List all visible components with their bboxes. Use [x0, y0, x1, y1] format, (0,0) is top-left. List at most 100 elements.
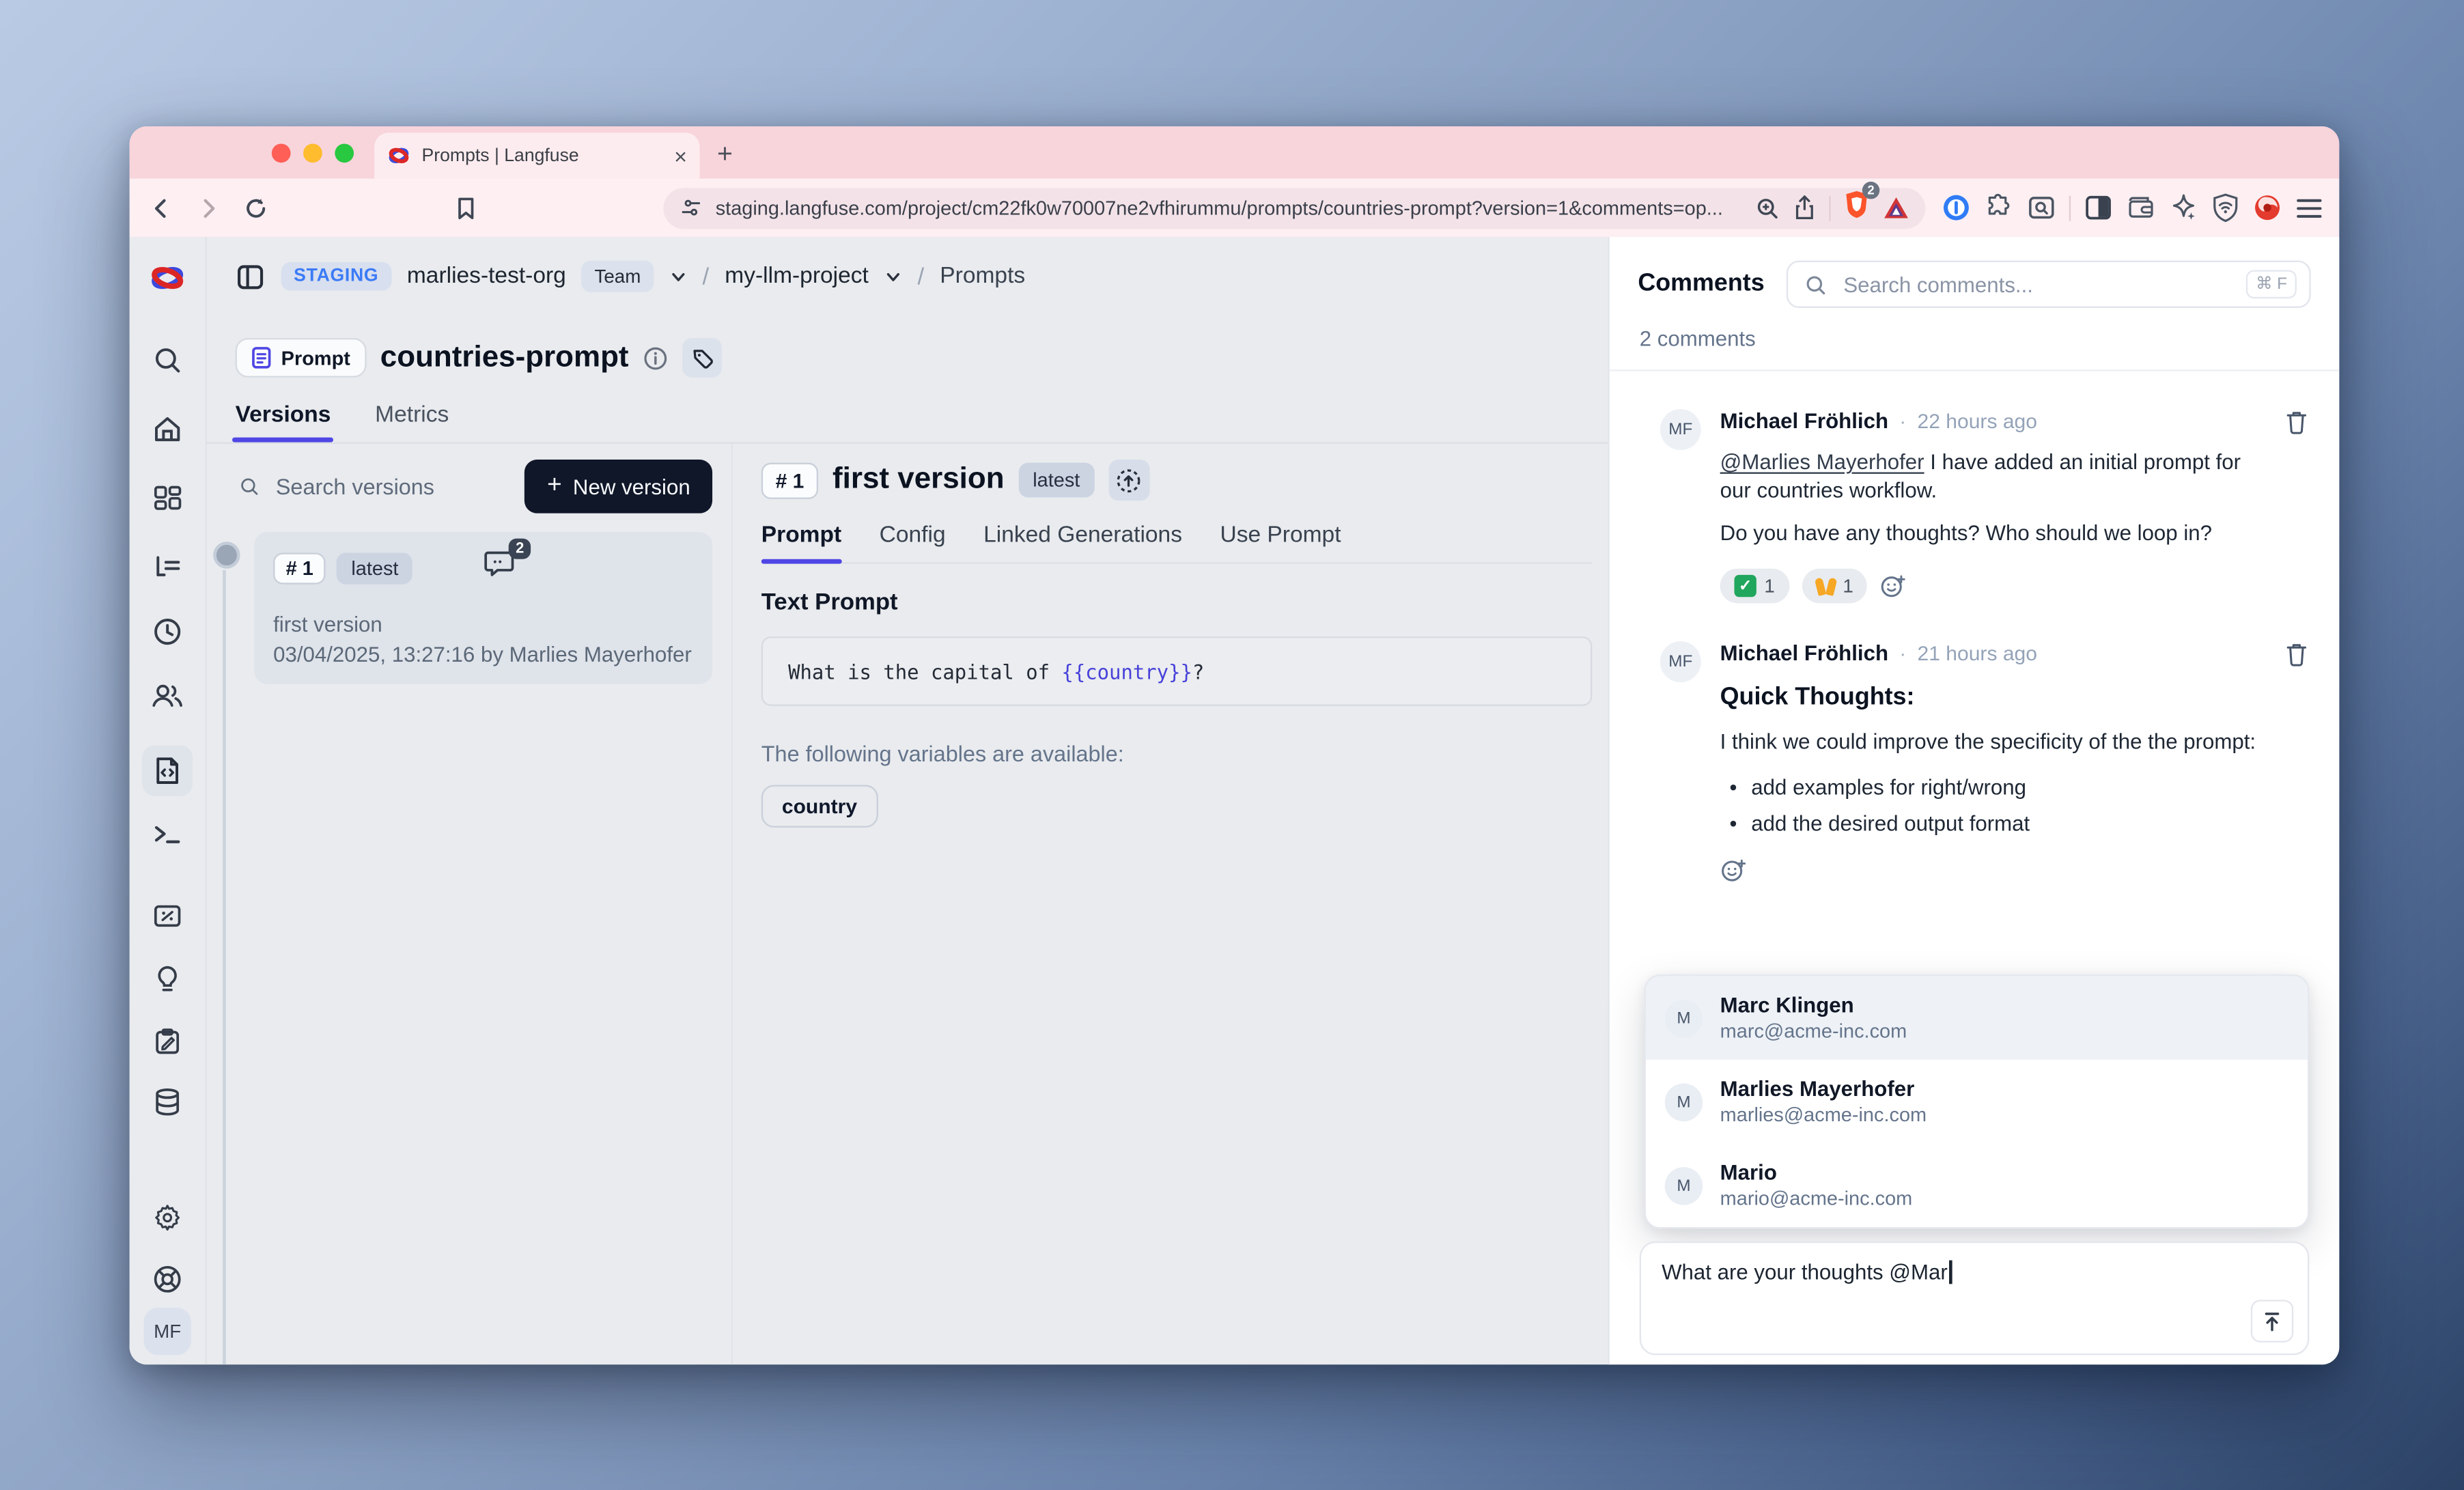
- tab-search-icon[interactable]: [2026, 193, 2056, 223]
- mention-email: mario@acme-inc.com: [1720, 1186, 1913, 1211]
- scores-icon[interactable]: [152, 900, 183, 931]
- extensions-puzzle-icon[interactable]: [1984, 193, 2014, 223]
- url-text[interactable]: staging.langfuse.com/project/cm22fk0w700…: [716, 197, 1742, 219]
- variables-hint: The following variables are available:: [761, 741, 1593, 766]
- tab-use-prompt[interactable]: Use Prompt: [1220, 523, 1341, 563]
- breadcrumb-section[interactable]: Prompts: [940, 264, 1025, 289]
- brave-rewards-icon[interactable]: [1883, 195, 1909, 221]
- support-lifebuoy-icon[interactable]: [152, 1263, 183, 1295]
- search-icon[interactable]: [152, 344, 183, 376]
- tab-close-icon[interactable]: ×: [674, 145, 687, 167]
- breadcrumb-org[interactable]: marlies-test-org: [407, 264, 566, 289]
- version-list-item[interactable]: # 1 latest 2 first version 0: [254, 532, 712, 684]
- window-close-button[interactable]: [272, 143, 291, 162]
- datasets-database-icon[interactable]: [152, 1086, 183, 1118]
- window-zoom-button[interactable]: [335, 143, 354, 162]
- comments-search[interactable]: ⌘ F: [1787, 261, 2311, 308]
- mention-link[interactable]: @Marlies Mayerhofer: [1720, 450, 1924, 474]
- tags-button[interactable]: [682, 338, 722, 378]
- version-number-badge: # 1: [761, 462, 818, 498]
- tab-versions[interactable]: Versions: [236, 403, 331, 442]
- forward-icon[interactable]: [196, 195, 221, 221]
- chevron-down-icon[interactable]: [669, 268, 686, 285]
- user-avatar[interactable]: MF: [143, 1308, 191, 1355]
- menu-hamburger-icon[interactable]: [2295, 195, 2324, 221]
- langfuse-logo[interactable]: [148, 262, 186, 294]
- breadcrumb-project[interactable]: my-llm-project: [725, 264, 869, 289]
- comment-avatar: MF: [1660, 641, 1701, 682]
- comment-heading: Quick Thoughts:: [1720, 684, 2308, 712]
- back-icon[interactable]: [148, 195, 173, 221]
- prompt-type-badge: Prompt: [236, 338, 366, 378]
- window-minimize-button[interactable]: [303, 143, 322, 162]
- latest-badge: latest: [1018, 463, 1094, 498]
- version-name: first version: [273, 613, 693, 636]
- mention-name: Mario: [1720, 1159, 1913, 1186]
- page-header: Prompt countries-prompt: [207, 316, 1608, 444]
- add-reaction-icon[interactable]: [1880, 572, 1907, 599]
- delete-comment-icon[interactable]: [2286, 641, 2308, 666]
- comments-search-input[interactable]: [1840, 271, 2234, 298]
- search-shortcut-badge: ⌘ F: [2246, 270, 2297, 298]
- new-version-button[interactable]: + New version: [525, 460, 712, 514]
- versions-search-input[interactable]: [272, 473, 509, 501]
- version-title: first version: [832, 463, 1005, 498]
- zoom-page-icon[interactable]: [1755, 195, 1780, 221]
- delete-comment-icon[interactable]: [2286, 409, 2308, 434]
- comment-timestamp: 22 hours ago: [1917, 409, 2037, 433]
- reader-extension-icon[interactable]: [2252, 193, 2282, 223]
- tab-config[interactable]: Config: [880, 523, 946, 563]
- browser-tab[interactable]: Prompts | Langfuse ×: [374, 132, 699, 178]
- site-settings-icon[interactable]: [680, 196, 703, 220]
- bookmark-icon[interactable]: [455, 195, 477, 221]
- password-manager-icon[interactable]: [1941, 193, 1971, 223]
- org-role-badge: Team: [582, 261, 654, 292]
- submit-comment-button[interactable]: [2251, 1299, 2293, 1342]
- reload-icon[interactable]: [243, 195, 268, 221]
- mention-avatar: M: [1665, 1166, 1703, 1205]
- add-reaction-icon[interactable]: [1720, 858, 1747, 884]
- version-number-badge: # 1: [273, 552, 326, 584]
- new-tab-button[interactable]: +: [717, 139, 733, 171]
- mention-email: marlies@acme-inc.com: [1720, 1102, 1927, 1127]
- sessions-clock-icon[interactable]: [152, 616, 183, 647]
- playground-terminal-icon[interactable]: [152, 818, 183, 849]
- tab-linked-generations[interactable]: Linked Generations: [983, 523, 1182, 563]
- reaction-raised-hands[interactable]: 1: [1802, 569, 1867, 604]
- home-icon[interactable]: [152, 414, 183, 445]
- tracing-icon[interactable]: [152, 552, 183, 584]
- send-arrow-icon: [2262, 1310, 2282, 1332]
- settings-gear-icon[interactable]: [152, 1202, 183, 1233]
- evals-lightbulb-icon[interactable]: [152, 964, 183, 995]
- chevron-down-icon[interactable]: [884, 268, 901, 285]
- reactions-row: ✓ 1 1: [1720, 569, 2308, 613]
- brave-shield-icon[interactable]: 2: [1843, 188, 1870, 227]
- comments-bubble-icon[interactable]: 2: [484, 550, 515, 588]
- promote-version-button[interactable]: [1108, 460, 1149, 501]
- url-bar[interactable]: staging.langfuse.com/project/cm22fk0w700…: [663, 187, 1925, 228]
- panel-toggle-icon[interactable]: [236, 262, 266, 292]
- tab-prompt[interactable]: Prompt: [761, 523, 841, 563]
- annotation-queues-icon[interactable]: [152, 1026, 183, 1058]
- dashboards-icon[interactable]: [152, 483, 183, 515]
- comment-text: I think we could improve the specificity…: [1720, 728, 2308, 757]
- wallet-icon[interactable]: [2126, 193, 2156, 223]
- reaction-check[interactable]: ✓ 1: [1720, 569, 1789, 604]
- info-icon[interactable]: [643, 345, 668, 370]
- sidebar-item-prompts[interactable]: [142, 746, 193, 796]
- toolbar-extensions: [1941, 193, 2323, 223]
- comment-bullet-list: •add examples for right/wrong •add the d…: [1720, 769, 2308, 841]
- leo-ai-sparkle-icon[interactable]: [2169, 193, 2199, 223]
- comment-avatar: MF: [1660, 409, 1701, 450]
- sidebar-toggle-icon[interactable]: [2084, 193, 2114, 223]
- mention-option[interactable]: M Marlies Mayerhofer marlies@acme-inc.co…: [1646, 1060, 2308, 1144]
- versions-search[interactable]: [238, 473, 509, 501]
- share-icon[interactable]: [1793, 194, 1817, 221]
- users-icon[interactable]: [151, 679, 184, 711]
- tab-metrics[interactable]: Metrics: [375, 403, 449, 442]
- comment-input[interactable]: What are your thoughts @Mar: [1640, 1241, 2310, 1355]
- mention-option[interactable]: M Mario mario@acme-inc.com: [1646, 1143, 2308, 1227]
- mention-option[interactable]: M Marc Klingen marc@acme-inc.com: [1646, 976, 2308, 1060]
- vpn-shield-icon[interactable]: [2211, 193, 2240, 223]
- content-row: + New version # 1 latest: [207, 444, 1608, 1364]
